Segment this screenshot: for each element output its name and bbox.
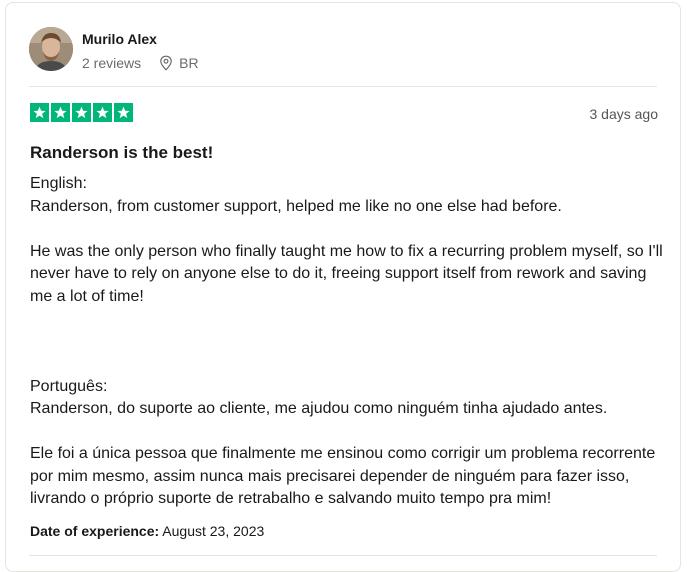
star-icon (114, 103, 133, 122)
star-icon (30, 103, 49, 122)
star-icon (93, 103, 112, 122)
star-rating (30, 103, 133, 122)
review-card: Murilo Alex 2 reviews BR 3 days ago Rand… (5, 2, 681, 572)
divider (29, 86, 657, 87)
english-heading: English: (30, 175, 87, 192)
reviewer-meta: 2 reviews BR (82, 54, 199, 72)
reviews-count: 2 reviews (82, 55, 142, 71)
portuguese-paragraph-2: Ele foi a única pessoa que finalmente me… (30, 445, 656, 507)
avatar[interactable] (29, 27, 73, 71)
location-pin-icon (159, 55, 173, 71)
reviewer-name[interactable]: Murilo Alex (82, 30, 157, 48)
avatar-image (29, 27, 73, 71)
star-icon (51, 103, 70, 122)
portuguese-heading: Português: (30, 377, 108, 395)
reviewer-header: Murilo Alex 2 reviews BR (29, 25, 657, 77)
experience-label: Date of experience: (30, 523, 160, 539)
portuguese-paragraph-1: Randerson, do suporte ao cliente, me aju… (30, 400, 608, 417)
review-date: 3 days ago (589, 106, 659, 122)
reviewer-country: BR (179, 55, 199, 71)
star-icon (72, 103, 91, 122)
review-title[interactable]: Randerson is the best! (30, 142, 213, 164)
experience-date: August 23, 2023 (162, 523, 265, 539)
date-of-experience: Date of experience: August 23, 2023 (30, 522, 264, 540)
review-body: English: Randerson, from customer suppor… (30, 173, 670, 511)
english-paragraph-1: Randerson, from customer support, helped… (30, 197, 562, 215)
english-paragraph-2: He was the only person who finally taugh… (30, 242, 663, 305)
divider (29, 555, 657, 556)
